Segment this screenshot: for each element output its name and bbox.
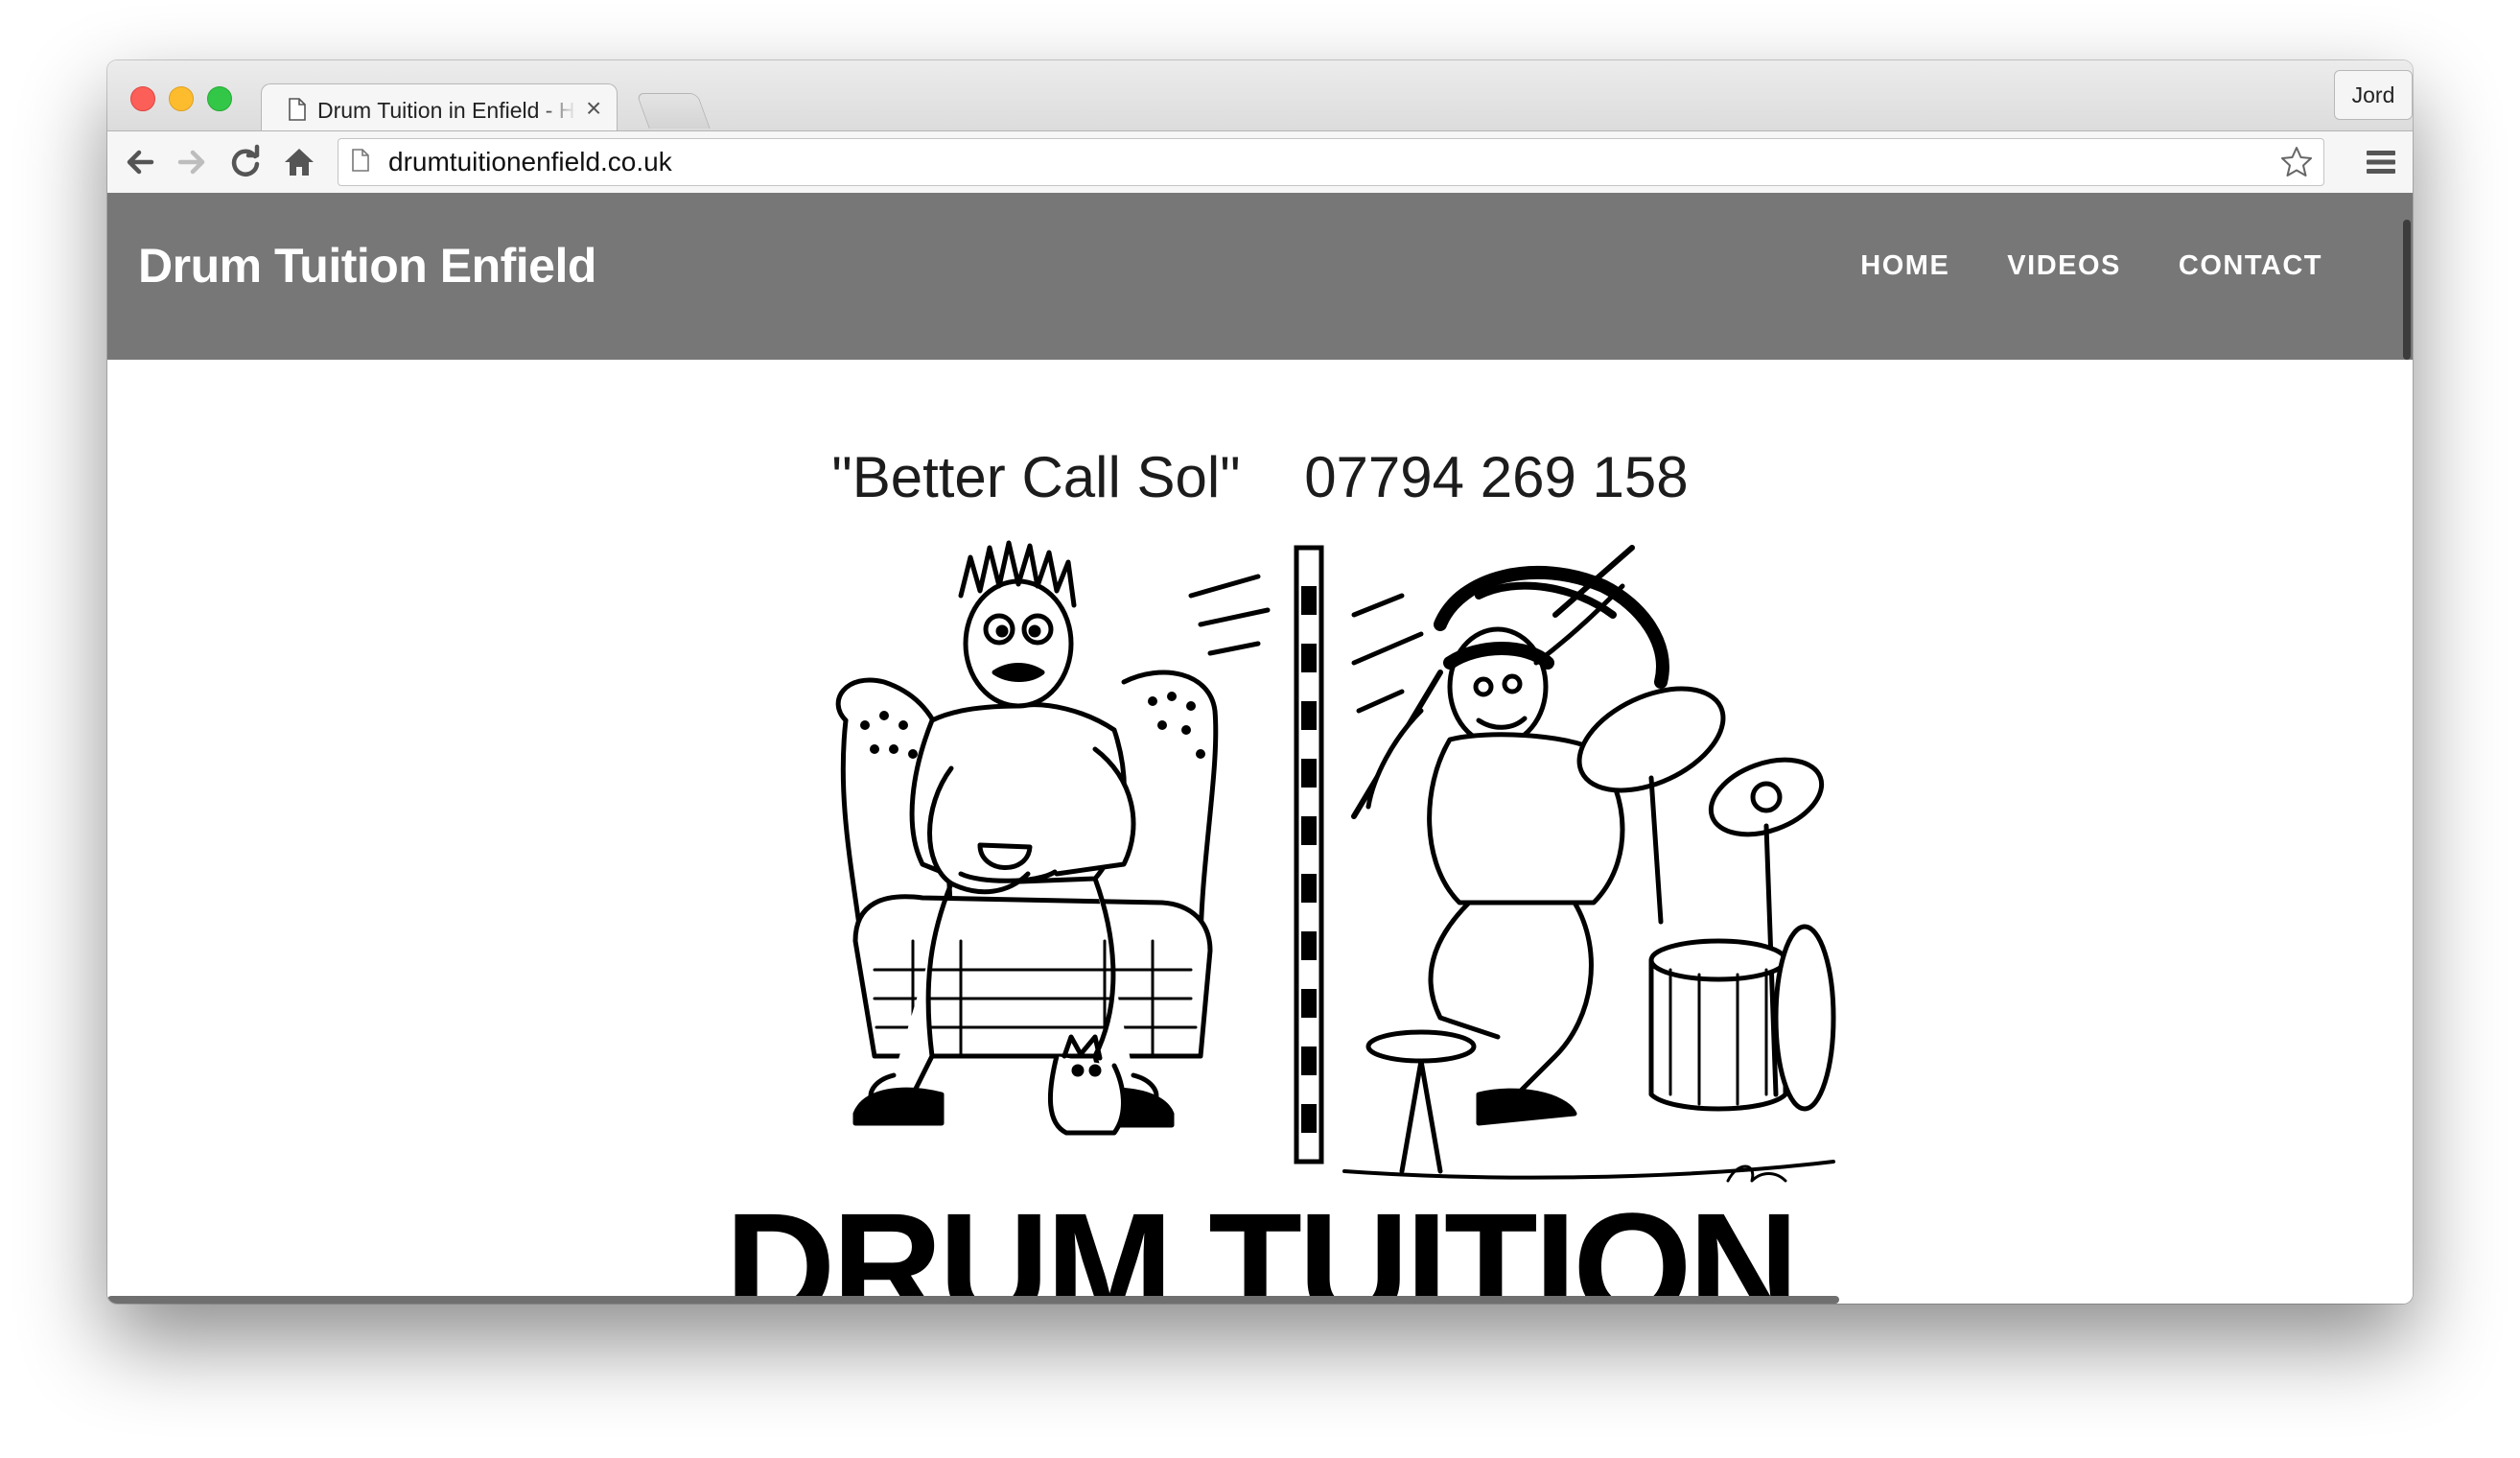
nav-home-link[interactable]: HOME — [1860, 247, 1949, 285]
browser-window: Drum Tuition in Enfield - Home × Jord dr… — [107, 60, 2413, 1304]
tagline: "Better Call Sol" 07794 269 158 — [107, 444, 2413, 511]
vertical-scrollbar[interactable] — [2399, 193, 2413, 1304]
horizontal-scrollbar-thumb[interactable] — [107, 1296, 1839, 1304]
nav-contact-link[interactable]: CONTACT — [2179, 247, 2322, 285]
close-window-button[interactable] — [130, 86, 155, 111]
tab-title: Drum Tuition in Enfield - Home — [317, 98, 576, 123]
new-tab-button[interactable] — [636, 93, 711, 129]
browser-toolbar: drumtuitionenfield.co.uk — [107, 130, 2413, 194]
main-nav: HOME VIDEOS CONTACT — [1860, 247, 2322, 285]
active-tab[interactable]: Drum Tuition in Enfield - Home × — [261, 83, 618, 134]
drummer-cartoon-illustration — [835, 540, 1836, 1183]
close-tab-icon[interactable]: × — [586, 93, 601, 123]
document-icon — [289, 98, 306, 121]
url-text[interactable]: drumtuitionenfield.co.uk — [388, 139, 672, 185]
home-icon[interactable] — [280, 143, 318, 181]
profile-button[interactable]: Jord — [2334, 70, 2413, 120]
back-arrow-icon[interactable] — [121, 143, 159, 181]
hamburger-menu-icon[interactable] — [2365, 147, 2397, 177]
site-header: Drum Tuition Enfield HOME VIDEOS CONTACT — [107, 193, 2413, 360]
document-icon — [352, 149, 369, 172]
grumpy-neighbour-figure — [835, 540, 1219, 1136]
hero-title: DRUM TUITION — [724, 1181, 1799, 1305]
dividing-wall — [1188, 545, 1424, 1164]
minimize-window-button[interactable] — [169, 86, 194, 111]
forward-arrow-icon[interactable] — [173, 143, 211, 181]
nav-videos-link[interactable]: VIDEOS — [2007, 247, 2121, 285]
tagline-quote: "Better Call Sol" — [831, 445, 1241, 509]
address-bar[interactable]: drumtuitionenfield.co.uk — [338, 138, 2324, 186]
wild-drummer-figure — [1342, 545, 1836, 1183]
tagline-phone: 07794 269 158 — [1304, 445, 1689, 509]
reload-icon[interactable] — [226, 143, 265, 181]
star-icon[interactable] — [2279, 145, 2314, 179]
tab-strip: Drum Tuition in Enfield - Home × Jord — [107, 60, 2413, 134]
vertical-scrollbar-thumb[interactable] — [2403, 220, 2411, 360]
site-brand-link[interactable]: Drum Tuition Enfield — [138, 237, 596, 294]
web-page: Drum Tuition Enfield HOME VIDEOS CONTACT… — [107, 193, 2413, 1304]
zoom-window-button[interactable] — [207, 86, 232, 111]
